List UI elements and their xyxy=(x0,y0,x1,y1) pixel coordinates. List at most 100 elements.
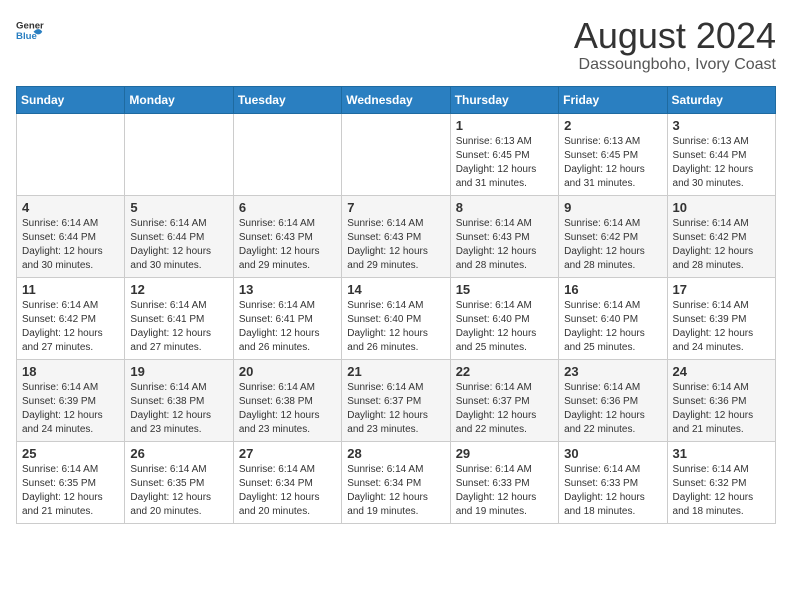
day-number: 26 xyxy=(130,446,227,461)
day-info: Sunrise: 6:14 AM Sunset: 6:42 PM Dayligh… xyxy=(22,299,119,355)
calendar-cell: 21 Sunrise: 6:14 AM Sunset: 6:37 PM Dayli… xyxy=(342,359,450,441)
day-info: Sunrise: 6:14 AM Sunset: 6:34 PM Dayligh… xyxy=(347,463,444,519)
day-info: Sunrise: 6:14 AM Sunset: 6:44 PM Dayligh… xyxy=(130,217,227,273)
day-info: Sunrise: 6:14 AM Sunset: 6:40 PM Dayligh… xyxy=(456,299,553,355)
logo: General Blue xyxy=(16,16,44,44)
svg-text:Blue: Blue xyxy=(16,31,37,42)
day-info: Sunrise: 6:14 AM Sunset: 6:34 PM Dayligh… xyxy=(239,463,336,519)
day-info: Sunrise: 6:14 AM Sunset: 6:39 PM Dayligh… xyxy=(22,381,119,437)
day-info: Sunrise: 6:14 AM Sunset: 6:36 PM Dayligh… xyxy=(673,381,770,437)
day-number: 28 xyxy=(347,446,444,461)
day-info: Sunrise: 6:14 AM Sunset: 6:44 PM Dayligh… xyxy=(22,217,119,273)
day-number: 31 xyxy=(673,446,770,461)
day-number: 9 xyxy=(564,200,661,215)
calendar-week-row: 25 Sunrise: 6:14 AM Sunset: 6:35 PM Dayli… xyxy=(17,441,776,523)
weekday-header: Friday xyxy=(559,86,667,113)
calendar-cell: 26 Sunrise: 6:14 AM Sunset: 6:35 PM Dayli… xyxy=(125,441,233,523)
day-number: 13 xyxy=(239,282,336,297)
calendar-cell: 20 Sunrise: 6:14 AM Sunset: 6:38 PM Dayli… xyxy=(233,359,341,441)
day-number: 30 xyxy=(564,446,661,461)
calendar-cell: 24 Sunrise: 6:14 AM Sunset: 6:36 PM Dayli… xyxy=(667,359,775,441)
day-number: 24 xyxy=(673,364,770,379)
day-info: Sunrise: 6:14 AM Sunset: 6:33 PM Dayligh… xyxy=(456,463,553,519)
calendar-cell: 5Sunrise: 6:14 AM Sunset: 6:44 PM Daylig… xyxy=(125,195,233,277)
calendar-cell: 16 Sunrise: 6:14 AM Sunset: 6:40 PM Dayli… xyxy=(559,277,667,359)
calendar-cell: 30 Sunrise: 6:14 AM Sunset: 6:33 PM Dayli… xyxy=(559,441,667,523)
calendar-cell: 14Sunrise: 6:14 AM Sunset: 6:40 PM Dayli… xyxy=(342,277,450,359)
day-number: 6 xyxy=(239,200,336,215)
calendar-cell: 27 Sunrise: 6:14 AM Sunset: 6:34 PM Dayli… xyxy=(233,441,341,523)
day-number: 14 xyxy=(347,282,444,297)
day-number: 12 xyxy=(130,282,227,297)
calendar-cell: 8Sunrise: 6:14 AM Sunset: 6:43 PM Daylig… xyxy=(450,195,558,277)
day-number: 8 xyxy=(456,200,553,215)
weekday-header: Tuesday xyxy=(233,86,341,113)
day-number: 10 xyxy=(673,200,770,215)
day-info: Sunrise: 6:14 AM Sunset: 6:32 PM Dayligh… xyxy=(673,463,770,519)
day-info: Sunrise: 6:14 AM Sunset: 6:43 PM Dayligh… xyxy=(239,217,336,273)
calendar-cell: 31 Sunrise: 6:14 AM Sunset: 6:32 PM Dayli… xyxy=(667,441,775,523)
weekday-header: Saturday xyxy=(667,86,775,113)
day-info: Sunrise: 6:13 AM Sunset: 6:44 PM Dayligh… xyxy=(673,135,770,191)
day-number: 23 xyxy=(564,364,661,379)
day-number: 7 xyxy=(347,200,444,215)
calendar-cell: 3 Sunrise: 6:13 AM Sunset: 6:44 PM Daylig… xyxy=(667,113,775,195)
calendar-cell: 29Sunrise: 6:14 AM Sunset: 6:33 PM Dayli… xyxy=(450,441,558,523)
day-info: Sunrise: 6:14 AM Sunset: 6:33 PM Dayligh… xyxy=(564,463,661,519)
day-info: Sunrise: 6:14 AM Sunset: 6:35 PM Dayligh… xyxy=(22,463,119,519)
calendar-cell: 25 Sunrise: 6:14 AM Sunset: 6:35 PM Dayli… xyxy=(17,441,125,523)
day-info: Sunrise: 6:14 AM Sunset: 6:37 PM Dayligh… xyxy=(456,381,553,437)
calendar-cell: 13 Sunrise: 6:14 AM Sunset: 6:41 PM Dayli… xyxy=(233,277,341,359)
calendar-cell xyxy=(342,113,450,195)
day-number: 3 xyxy=(673,118,770,133)
day-info: Sunrise: 6:14 AM Sunset: 6:39 PM Dayligh… xyxy=(673,299,770,355)
day-info: Sunrise: 6:14 AM Sunset: 6:37 PM Dayligh… xyxy=(347,381,444,437)
day-info: Sunrise: 6:14 AM Sunset: 6:42 PM Dayligh… xyxy=(564,217,661,273)
calendar-week-row: 18 Sunrise: 6:14 AM Sunset: 6:39 PM Dayli… xyxy=(17,359,776,441)
day-info: Sunrise: 6:14 AM Sunset: 6:40 PM Dayligh… xyxy=(564,299,661,355)
day-number: 17 xyxy=(673,282,770,297)
day-number: 11 xyxy=(22,282,119,297)
calendar-cell xyxy=(233,113,341,195)
calendar-cell: 10Sunrise: 6:14 AM Sunset: 6:42 PM Dayli… xyxy=(667,195,775,277)
day-info: Sunrise: 6:14 AM Sunset: 6:41 PM Dayligh… xyxy=(239,299,336,355)
calendar-cell: 1 Sunrise: 6:13 AM Sunset: 6:45 PM Daylig… xyxy=(450,113,558,195)
day-info: Sunrise: 6:14 AM Sunset: 6:43 PM Dayligh… xyxy=(347,217,444,273)
weekday-header: Wednesday xyxy=(342,86,450,113)
logo-icon: General Blue xyxy=(16,16,44,44)
calendar-cell: 2Sunrise: 6:13 AM Sunset: 6:45 PM Daylig… xyxy=(559,113,667,195)
calendar-cell: 11 Sunrise: 6:14 AM Sunset: 6:42 PM Dayli… xyxy=(17,277,125,359)
calendar-cell: 12Sunrise: 6:14 AM Sunset: 6:41 PM Dayli… xyxy=(125,277,233,359)
day-info: Sunrise: 6:13 AM Sunset: 6:45 PM Dayligh… xyxy=(456,135,553,191)
day-number: 19 xyxy=(130,364,227,379)
day-number: 1 xyxy=(456,118,553,133)
day-info: Sunrise: 6:14 AM Sunset: 6:38 PM Dayligh… xyxy=(130,381,227,437)
day-number: 27 xyxy=(239,446,336,461)
calendar-week-row: 11 Sunrise: 6:14 AM Sunset: 6:42 PM Dayli… xyxy=(17,277,776,359)
day-number: 21 xyxy=(347,364,444,379)
calendar-cell xyxy=(17,113,125,195)
day-number: 16 xyxy=(564,282,661,297)
weekday-header: Thursday xyxy=(450,86,558,113)
calendar-cell xyxy=(125,113,233,195)
calendar-cell: 18 Sunrise: 6:14 AM Sunset: 6:39 PM Dayli… xyxy=(17,359,125,441)
calendar-cell: 22 Sunrise: 6:14 AM Sunset: 6:37 PM Dayli… xyxy=(450,359,558,441)
title-area: August 2024 Dassoungboho, Ivory Coast xyxy=(574,16,776,74)
day-info: Sunrise: 6:14 AM Sunset: 6:35 PM Dayligh… xyxy=(130,463,227,519)
month-title: August 2024 xyxy=(574,16,776,56)
calendar-cell: 17 Sunrise: 6:14 AM Sunset: 6:39 PM Dayli… xyxy=(667,277,775,359)
day-number: 4 xyxy=(22,200,119,215)
calendar-header: SundayMondayTuesdayWednesdayThursdayFrid… xyxy=(17,86,776,113)
day-info: Sunrise: 6:13 AM Sunset: 6:45 PM Dayligh… xyxy=(564,135,661,191)
calendar-cell: 23 Sunrise: 6:14 AM Sunset: 6:36 PM Dayli… xyxy=(559,359,667,441)
header: General Blue August 2024 Dassoungboho, I… xyxy=(16,16,776,74)
day-number: 25 xyxy=(22,446,119,461)
calendar-cell: 7 Sunrise: 6:14 AM Sunset: 6:43 PM Daylig… xyxy=(342,195,450,277)
day-number: 20 xyxy=(239,364,336,379)
day-info: Sunrise: 6:14 AM Sunset: 6:38 PM Dayligh… xyxy=(239,381,336,437)
day-info: Sunrise: 6:14 AM Sunset: 6:36 PM Dayligh… xyxy=(564,381,661,437)
day-number: 18 xyxy=(22,364,119,379)
location-title: Dassoungboho, Ivory Coast xyxy=(574,56,776,74)
day-number: 22 xyxy=(456,364,553,379)
day-number: 15 xyxy=(456,282,553,297)
